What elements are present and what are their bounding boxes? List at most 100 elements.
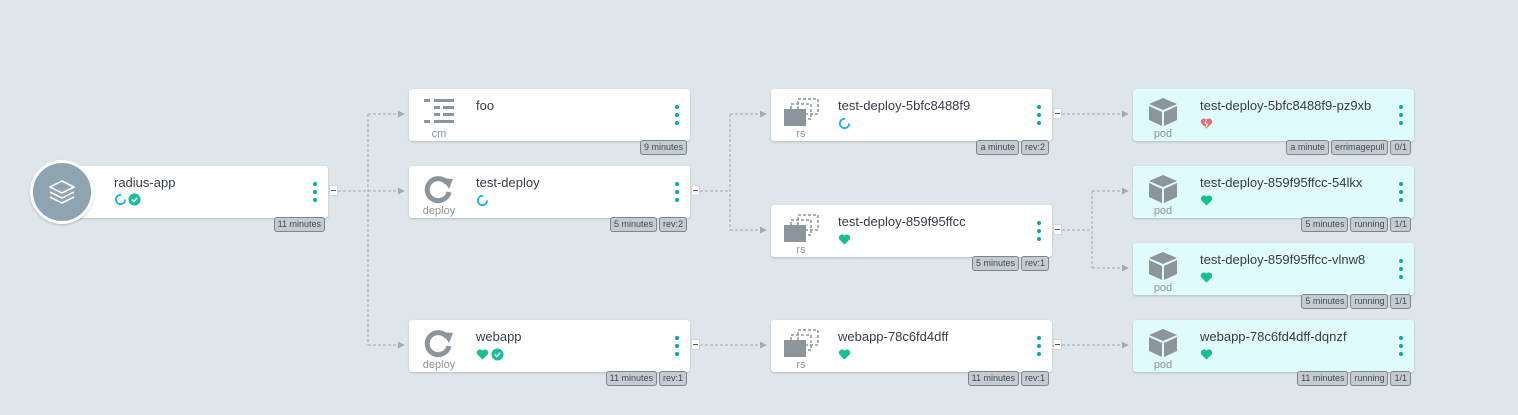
heart-icon [838, 233, 851, 245]
resource-name: test-deploy-859f95ffcc-54lkx [1200, 175, 1363, 190]
resource-node-rs-5bfc8488f9[interactable]: rs test-deploy-5bfc8488f9 a minute rev:2 [771, 89, 1052, 155]
resource-menu-button[interactable] [1397, 336, 1405, 356]
age-tag: 11 minutes [1297, 371, 1349, 386]
cube-icon [1149, 329, 1177, 357]
heart-icon [476, 348, 489, 360]
resource-menu-button[interactable] [1035, 105, 1043, 125]
resource-status [838, 232, 851, 246]
revision-tag: rev:2 [658, 217, 687, 232]
age-tag: 5 minutes [1301, 217, 1349, 232]
resource-tags: 5 minutes running 1/1 [1301, 217, 1411, 232]
resource-name: webapp-78c6fd4dff-dqnzf [1200, 329, 1347, 344]
resource-node-rs-78c6fd4dff[interactable]: rs webapp-78c6fd4dff 11 minutes rev:1 [771, 320, 1052, 386]
spinner-icon [839, 117, 850, 129]
resource-kind: deploy [422, 359, 456, 371]
list-icon [424, 99, 454, 123]
resource-kind: pod [1153, 128, 1173, 140]
state-tag: running [1350, 371, 1389, 386]
revision-tag: rev:1 [1020, 256, 1049, 271]
ready-tag: 1/1 [1390, 217, 1411, 232]
collapse-toggle[interactable] [329, 185, 338, 196]
ready-tag: 0/1 [1390, 140, 1411, 155]
resource-tags: 11 minutes rev:1 [967, 371, 1049, 386]
resource-kind: pod [1153, 205, 1173, 217]
resource-tags: a minute errimagepull 0/1 [1286, 140, 1411, 155]
spinner-icon [115, 194, 126, 205]
resource-menu-button[interactable] [673, 182, 681, 202]
collapse-toggle[interactable] [1053, 339, 1062, 350]
collapse-toggle[interactable] [1053, 224, 1062, 235]
clone-icon [784, 98, 819, 126]
resource-node-pod-dqnzf[interactable]: pod webapp-78c6fd4dff-dqnzf 11 minutes r… [1133, 320, 1414, 386]
age-tag: a minute [1286, 140, 1329, 155]
clone-icon [784, 329, 819, 357]
heart-icon [1200, 348, 1213, 360]
resource-kind: rs [796, 128, 806, 140]
collapse-toggle[interactable] [691, 339, 700, 350]
application-icon-circle [30, 160, 94, 224]
ready-tag: 1/1 [1390, 294, 1411, 309]
heart-icon [838, 348, 851, 360]
resource-kind: cm [431, 128, 447, 140]
cube-icon [1149, 175, 1177, 203]
resource-status [838, 347, 851, 361]
application-name: radius-app [114, 175, 176, 190]
application-node[interactable]: radius-app 11 minutes [30, 160, 328, 232]
collapse-toggle[interactable] [691, 185, 700, 196]
redo-icon [424, 330, 453, 358]
resource-node-test-deploy[interactable]: deploy test-deploy 5 minutes rev:2 [409, 166, 690, 232]
age-tag: 5 minutes [971, 256, 1019, 271]
resource-tags: 11 minutes running 1/1 [1297, 371, 1411, 386]
resource-tags: 5 minutes rev:1 [971, 256, 1049, 271]
collapse-toggle[interactable] [1053, 108, 1062, 119]
heart-icon [1200, 194, 1213, 206]
resource-menu-button[interactable] [1397, 182, 1405, 202]
revision-tag: rev:1 [1020, 371, 1049, 386]
resource-status [476, 193, 489, 207]
resource-node-pod-pz9xb[interactable]: pod test-deploy-5bfc8488f9-pz9xb a minut… [1133, 89, 1414, 155]
application-tags: 11 minutes [273, 217, 325, 232]
resource-status [1200, 347, 1213, 361]
resource-kind: deploy [422, 205, 456, 217]
resource-status [838, 116, 851, 130]
broken-heart-icon [1200, 117, 1213, 129]
revision-tag: rev:1 [658, 371, 687, 386]
state-tag: running [1350, 294, 1389, 309]
resource-name: test-deploy-5bfc8488f9 [838, 98, 971, 113]
state-tag: running [1350, 217, 1389, 232]
resource-menu-button[interactable] [1035, 221, 1043, 241]
resource-menu-button[interactable] [1397, 259, 1405, 279]
resource-menu-button[interactable] [1035, 336, 1043, 356]
resource-kind: pod [1153, 282, 1173, 294]
resource-menu-button[interactable] [673, 336, 681, 356]
revision-tag: rev:2 [1020, 140, 1049, 155]
resource-menu-button[interactable] [673, 105, 681, 125]
age-tag: 11 minutes [273, 217, 325, 232]
resource-name: test-deploy [476, 175, 540, 190]
state-tag: errimagepull [1330, 140, 1389, 155]
application-node-card[interactable] [60, 166, 328, 218]
resource-kind: rs [796, 244, 806, 256]
resource-status [1200, 270, 1213, 284]
resource-menu-button[interactable] [1397, 105, 1405, 125]
resource-node-pod-54lkx[interactable]: pod test-deploy-859f95ffcc-54lkx 5 minut… [1133, 166, 1414, 232]
redo-icon [424, 176, 453, 204]
age-tag: 11 minutes [605, 371, 657, 386]
resource-name: webapp-78c6fd4dff [838, 329, 949, 344]
resource-name: test-deploy-859f95ffcc-vlnw8 [1200, 252, 1366, 267]
resource-kind: rs [796, 359, 806, 371]
resource-node-foo[interactable]: cm foo 9 minutes [409, 89, 690, 155]
resource-node-rs-859f95ffcc[interactable]: rs test-deploy-859f95ffcc 5 minutes rev:… [771, 205, 1052, 271]
check-circle-icon [491, 347, 504, 361]
spinner-icon [477, 194, 488, 206]
resource-tags: 5 minutes rev:2 [609, 217, 687, 232]
age-tag: 5 minutes [609, 217, 657, 232]
heart-icon [1200, 271, 1213, 283]
resource-node-webapp[interactable]: deploy webapp 11 minutes rev:1 [409, 320, 690, 386]
application-status [114, 193, 141, 206]
resource-status [1200, 116, 1213, 130]
application-menu-button[interactable] [311, 182, 319, 202]
check-circle-icon [128, 193, 141, 206]
resource-name: foo [476, 98, 495, 113]
resource-node-pod-vlnw8[interactable]: pod test-deploy-859f95ffcc-vlnw8 5 minut… [1133, 243, 1414, 309]
